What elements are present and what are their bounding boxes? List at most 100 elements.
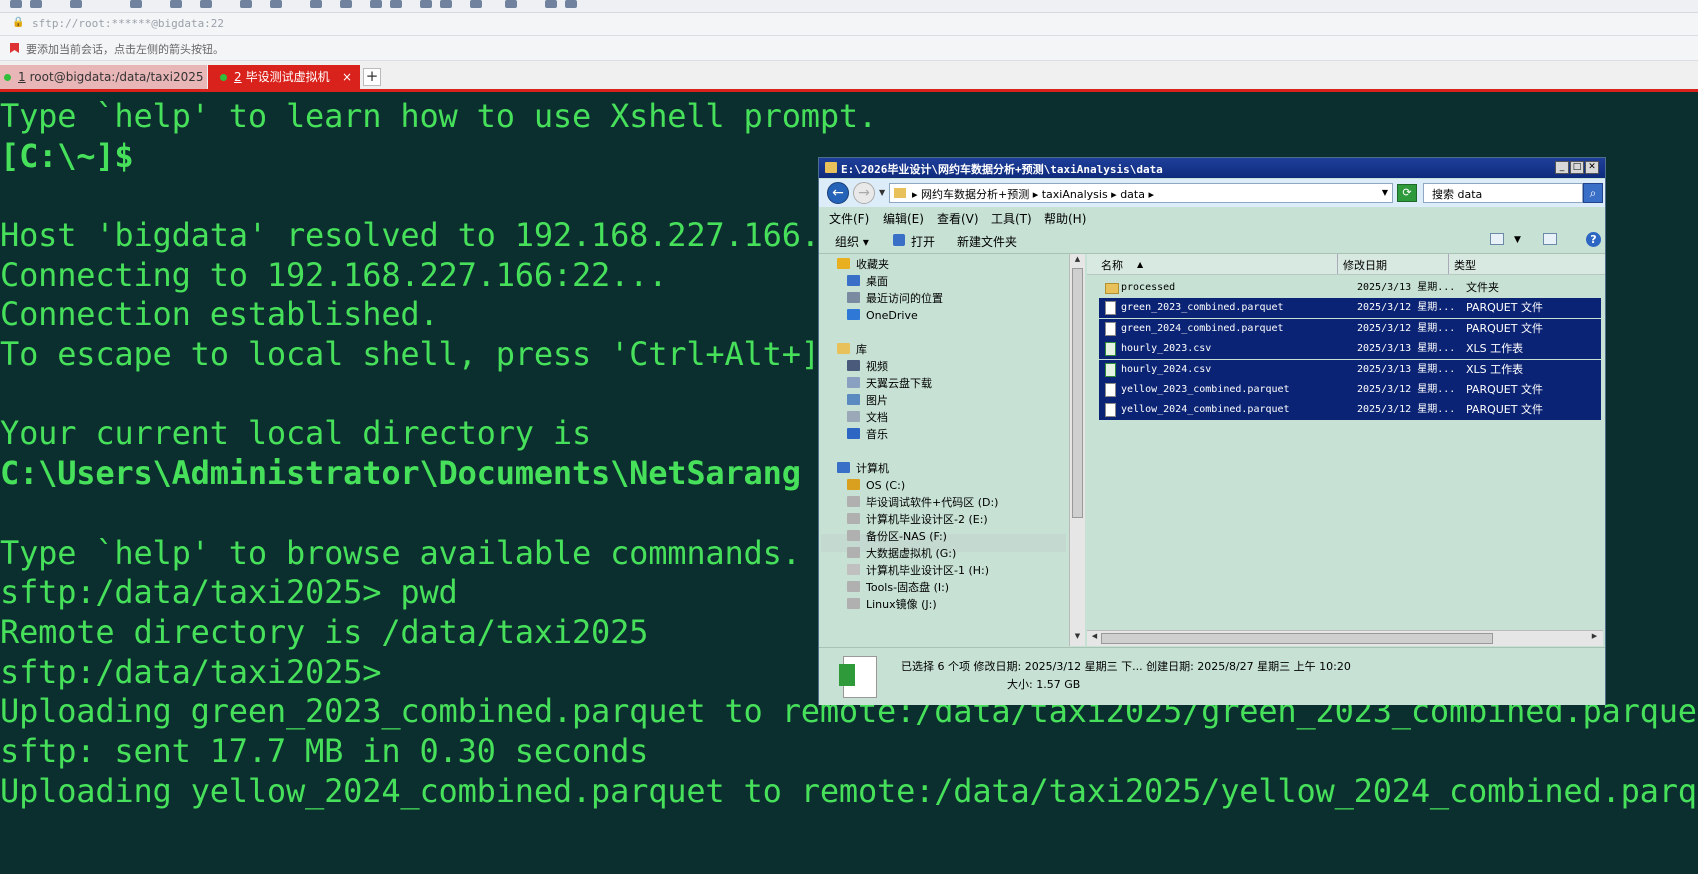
organize-button[interactable]: 组织 ▾ xyxy=(835,233,869,250)
forward-button[interactable]: → xyxy=(853,182,875,204)
file-row[interactable]: processed 2025/3/13 星期... 文件夹 xyxy=(1099,278,1601,298)
file-row[interactable]: yellow_2023_combined.parquet 2025/3/12 星期… xyxy=(1099,380,1601,400)
nav-item[interactable]: 计算机毕业设计区-1 (H:) xyxy=(847,562,989,579)
column-name[interactable]: 名称 xyxy=(1101,257,1123,273)
nav-item[interactable]: 文档 xyxy=(847,409,888,426)
file-name: green_2023_combined.parquet xyxy=(1121,302,1284,314)
tab-session-2[interactable]: 2 毕设测试虚拟机 × xyxy=(208,65,360,89)
lock-icon[interactable] xyxy=(340,0,352,8)
tab-label: 毕设测试虚拟机 xyxy=(245,70,330,84)
scroll-up-icon[interactable]: ▲ xyxy=(1072,255,1083,267)
tab-session-1[interactable]: 1 root@bigdata:/data/taxi2025 xyxy=(0,65,207,89)
file-name: processed xyxy=(1121,282,1176,293)
library-icon xyxy=(837,343,850,354)
nav-item[interactable]: 计算机毕业设计区-2 (E:) xyxy=(847,511,988,528)
edit-icon[interactable] xyxy=(70,0,82,8)
address-bar[interactable]: 🔒 sftp://root:******@bigdata:22 xyxy=(0,13,1698,36)
nav-item[interactable]: Tools-固态盘 (I:) xyxy=(847,579,949,596)
column-divider[interactable] xyxy=(1337,254,1338,274)
chevron-down-icon[interactable]: ▼ xyxy=(1514,235,1521,245)
chat-icon[interactable] xyxy=(565,0,577,8)
file-list-hscrollbar[interactable]: ◀ ▶ xyxy=(1087,630,1603,646)
menu-file[interactable]: 文件(F) xyxy=(829,210,869,227)
column-type[interactable]: 类型 xyxy=(1454,257,1476,273)
column-date[interactable]: 修改日期 xyxy=(1343,257,1387,273)
globe-icon[interactable] xyxy=(240,0,252,8)
refresh-button[interactable]: ⟳ xyxy=(1397,184,1417,202)
copy-icon[interactable] xyxy=(390,0,402,8)
scroll-thumb[interactable] xyxy=(1101,633,1493,644)
nav-item-label: OS (C:) xyxy=(866,479,906,492)
nav-item[interactable]: OS (C:) xyxy=(847,477,905,494)
help-icon[interactable]: ? xyxy=(1586,232,1601,247)
file-row[interactable]: yellow_2024_combined.parquet 2025/3/12 星期… xyxy=(1099,400,1601,421)
address-text[interactable]: sftp://root:******@bigdata:22 xyxy=(32,17,224,30)
terminal-line: Host 'bigdata' resolved to 192.168.227.1… xyxy=(0,216,820,254)
file-row[interactable]: hourly_2024.csv 2025/3/13 星期... XLS 工作表 xyxy=(1099,359,1601,380)
explorer-titlebar[interactable]: E:\2026毕业设计\网约车数据分析+预测\taxiAnalysis\data… xyxy=(819,158,1605,178)
file-row[interactable]: green_2024_combined.parquet 2025/3/12 星期.… xyxy=(1099,318,1601,339)
connected-status-icon xyxy=(4,74,11,81)
keyboard-icon[interactable] xyxy=(420,0,432,8)
nav-item[interactable]: 天翼云盘下载 xyxy=(847,375,932,392)
search-input[interactable]: 搜索 data xyxy=(1423,183,1583,203)
menu-help[interactable]: 帮助(H) xyxy=(1044,210,1086,227)
menu-tools[interactable]: 工具(T) xyxy=(991,210,1032,227)
maximize-button[interactable]: □ xyxy=(1570,161,1584,174)
menu-edit[interactable]: 编辑(E) xyxy=(883,210,924,227)
file-row[interactable]: green_2023_combined.parquet 2025/3/12 星期.… xyxy=(1099,298,1601,319)
file-list[interactable]: 名称 ▲ 修改日期 类型 processed 2025/3/13 星期... 文件夹… xyxy=(1087,254,1605,646)
tab-close-icon[interactable]: × xyxy=(342,65,352,89)
scroll-down-icon[interactable]: ▼ xyxy=(1072,632,1083,644)
tile-icon[interactable] xyxy=(505,0,517,8)
view-options-icon[interactable] xyxy=(1490,233,1504,245)
column-divider[interactable] xyxy=(1448,254,1449,274)
scroll-thumb[interactable] xyxy=(1072,268,1083,518)
new-session-icon[interactable] xyxy=(10,0,22,8)
search-icon[interactable]: ⌕ xyxy=(1583,183,1603,203)
column-headers: 名称 ▲ 修改日期 类型 xyxy=(1087,254,1605,275)
settings-icon[interactable] xyxy=(130,0,142,8)
layout-icon[interactable] xyxy=(200,0,212,8)
fullscreen-icon[interactable] xyxy=(370,0,382,8)
nav-scrollbar[interactable]: ▲ ▼ xyxy=(1069,254,1085,646)
breadcrumb-path[interactable]: ▸ 网约车数据分析+预测 ▸ taxiAnalysis ▸ data ▸ xyxy=(912,186,1154,202)
nav-item[interactable]: Linux镜像 (J:) xyxy=(847,596,937,613)
menu-view[interactable]: 查看(V) xyxy=(937,210,979,227)
file-row[interactable]: hourly_2023.csv 2025/3/13 星期... XLS 工作表 xyxy=(1099,339,1601,360)
close-button[interactable]: ✕ xyxy=(1585,161,1599,174)
navigation-pane[interactable]: 收藏夹 桌面 最近访问的位置 OneDrive 库视频 天翼云盘下载 图片 文档 音乐计算机 OS… xyxy=(821,254,1069,646)
nav-item[interactable]: 大数据虚拟机 (G:) xyxy=(847,545,956,562)
nav-item[interactable]: 最近访问的位置 xyxy=(847,290,943,307)
nav-item[interactable]: 图片 xyxy=(847,392,888,409)
compose-icon[interactable] xyxy=(440,0,452,8)
chevron-down-icon[interactable]: ▼ xyxy=(1382,188,1388,197)
add-tab-button[interactable]: + xyxy=(363,68,381,86)
nav-item[interactable]: 计算机 xyxy=(837,460,889,477)
nav-item[interactable]: 毕设调试软件+代码区 (D:) xyxy=(847,494,998,511)
new-folder-button[interactable]: 新建文件夹 xyxy=(957,233,1017,250)
minimize-button[interactable]: _ xyxy=(1555,161,1569,174)
nav-item[interactable]: 备份区-NAS (F:) xyxy=(847,528,947,545)
nav-item[interactable]: 库 xyxy=(837,341,867,358)
transfer-icon[interactable] xyxy=(470,0,482,8)
nav-item[interactable]: OneDrive xyxy=(847,307,918,324)
open-button[interactable]: 打开 xyxy=(911,233,935,250)
explorer-window[interactable]: E:\2026毕业设计\网约车数据分析+预测\taxiAnalysis\data… xyxy=(818,157,1606,705)
nav-item[interactable]: 视频 xyxy=(847,358,888,375)
nav-item[interactable]: 收藏夹 xyxy=(837,256,889,273)
preview-pane-icon[interactable] xyxy=(1543,233,1557,245)
nav-item[interactable]: 音乐 xyxy=(847,426,888,443)
recent-pages-dropdown-icon[interactable]: ▼ xyxy=(879,188,885,197)
xftp-icon[interactable] xyxy=(310,0,322,8)
address-breadcrumb[interactable]: ▸ 网约车数据分析+预测 ▸ taxiAnalysis ▸ data ▸ ▼ xyxy=(889,183,1393,203)
bookmark-icon[interactable] xyxy=(10,43,19,53)
open-folder-icon[interactable] xyxy=(30,0,42,8)
back-button[interactable]: ← xyxy=(827,182,849,204)
search-icon[interactable] xyxy=(170,0,182,8)
font-icon[interactable] xyxy=(270,0,282,8)
nav-item[interactable]: 桌面 xyxy=(847,273,888,290)
scroll-right-icon[interactable]: ▶ xyxy=(1589,632,1600,644)
scroll-left-icon[interactable]: ◀ xyxy=(1089,632,1100,644)
help-icon[interactable] xyxy=(545,0,557,8)
